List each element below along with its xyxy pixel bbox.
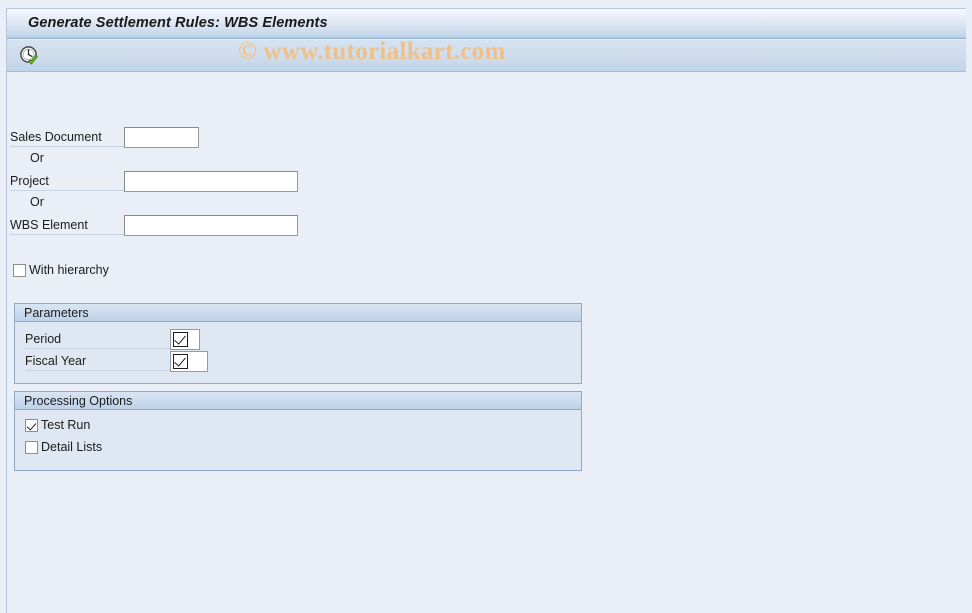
processing-options-group: Processing Options Test Run Detail Lists	[14, 391, 582, 471]
test-run-label: Test Run	[41, 418, 91, 432]
period-input[interactable]	[170, 329, 200, 350]
project-input[interactable]	[124, 171, 298, 192]
clock-check-execute-icon	[20, 46, 38, 65]
label-separator-line	[10, 146, 124, 147]
parameters-group-title: Parameters	[24, 306, 89, 320]
sales-document-input[interactable]	[124, 127, 199, 148]
with-hierarchy-checkbox[interactable]	[13, 263, 26, 277]
field-row-fiscal-year: Fiscal Year	[25, 351, 325, 373]
sap-transaction-screen: Generate Settlement Rules: WBS Elements …	[0, 0, 972, 613]
project-label: Project	[10, 174, 49, 188]
fiscal-year-label: Fiscal Year	[25, 354, 87, 368]
window-titlebar: Generate Settlement Rules: WBS Elements	[7, 9, 966, 39]
label-separator-line	[10, 190, 124, 191]
field-row-wbs-element: WBS Element	[10, 215, 310, 237]
label-separator-line	[25, 348, 170, 349]
test-run-checkbox[interactable]	[25, 418, 38, 432]
parameters-group: Parameters Period Fiscal Year	[14, 303, 582, 384]
with-hierarchy-checkbox-row[interactable]: With hierarchy	[13, 263, 109, 277]
with-hierarchy-label: With hierarchy	[29, 263, 109, 277]
execute-button[interactable]	[17, 44, 43, 68]
test-run-checkbox-row[interactable]: Test Run	[25, 418, 90, 432]
fiscal-year-multiple-selection-icon[interactable]	[173, 354, 188, 369]
fiscal-year-input[interactable]	[170, 351, 208, 372]
label-separator-line	[25, 370, 170, 371]
period-label: Period	[25, 332, 62, 346]
or-separator-2: Or	[30, 195, 44, 209]
field-row-sales-document: Sales Document	[10, 127, 310, 149]
selection-screen-body: Sales Document Or Project Or WBS Element…	[7, 73, 966, 612]
sales-document-label: Sales Document	[10, 130, 102, 144]
processing-options-group-title: Processing Options	[24, 394, 133, 408]
application-toolbar	[7, 40, 966, 72]
detail-lists-checkbox-row[interactable]: Detail Lists	[25, 440, 102, 454]
detail-lists-checkbox[interactable]	[25, 440, 38, 454]
label-separator-line	[10, 234, 124, 235]
field-row-period: Period	[25, 329, 325, 351]
or-separator-1: Or	[30, 151, 44, 165]
detail-lists-label: Detail Lists	[41, 440, 103, 454]
window-title: Generate Settlement Rules: WBS Elements	[28, 15, 328, 31]
wbs-element-input[interactable]	[124, 215, 298, 236]
processing-options-group-header: Processing Options	[15, 392, 581, 410]
field-row-project: Project	[10, 171, 310, 193]
wbs-element-label: WBS Element	[10, 218, 88, 232]
parameters-group-header: Parameters	[15, 304, 581, 322]
period-multiple-selection-icon[interactable]	[173, 332, 188, 347]
